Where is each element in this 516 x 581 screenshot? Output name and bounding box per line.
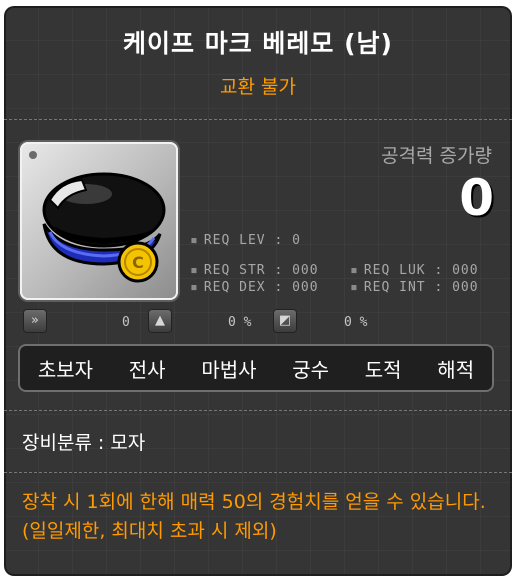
svg-text:C: C <box>132 253 144 272</box>
equip-category: 장비분류: 모자 <box>22 428 145 455</box>
req-int: REQ INT : 000 <box>350 280 479 295</box>
divider <box>4 410 512 411</box>
trade-status: 교환 불가 <box>220 76 296 98</box>
req-lev: REQ LEV : 0 <box>190 233 301 248</box>
job-beginner: 초보자 <box>37 357 94 382</box>
category-separator: : <box>97 432 105 454</box>
upgrade-icon: ▲ <box>149 310 171 332</box>
beret-item-icon: C <box>42 172 166 283</box>
category-value: 모자 <box>110 432 146 454</box>
job-warrior: 전사 <box>128 357 166 382</box>
item-icon-frame: C <box>20 142 178 300</box>
stat3-value: 0 % <box>344 315 368 330</box>
req-str: REQ STR : 000 <box>190 263 319 278</box>
divider <box>4 119 512 120</box>
speed-icon: » <box>24 310 46 332</box>
defense-icon: ◩ <box>274 310 296 332</box>
attack-increase-label: 공격력 증가량 <box>381 145 492 167</box>
item-name: 케이프 마크 베레모 (남) <box>123 29 393 58</box>
stat2-value: 0 % <box>228 315 252 330</box>
item-description: 장착 시 1회에 한해 매력 50의 경험치를 얻을 수 있습니다.(일일제한,… <box>22 491 486 542</box>
stat1-value: 0 <box>122 315 130 330</box>
category-label: 장비분류 <box>22 432 92 454</box>
job-requirement-bar: 초보자 전사 마법사 궁수 도적 해적 <box>20 346 492 390</box>
job-thief: 도적 <box>364 357 402 382</box>
job-magician: 마법사 <box>201 357 257 382</box>
job-archer: 궁수 <box>292 357 330 382</box>
attack-increase-value: 0 <box>459 169 494 227</box>
req-dex: REQ DEX : 000 <box>190 280 319 295</box>
req-luk: REQ LUK : 000 <box>350 263 479 278</box>
job-pirate: 해적 <box>437 357 475 382</box>
item-tooltip: 케이프 마크 베레모 (남) 교환 불가 C 공격력 증가량 0 REQ LEV… <box>4 6 512 576</box>
divider <box>4 472 512 473</box>
